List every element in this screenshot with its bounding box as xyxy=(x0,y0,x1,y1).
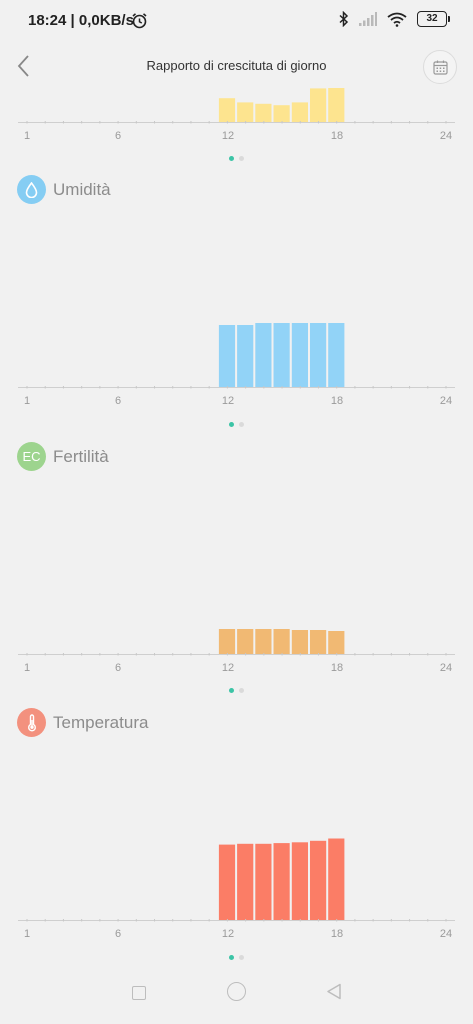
chart-bar xyxy=(255,629,272,654)
chart-bar xyxy=(291,630,308,654)
chart-bar xyxy=(237,629,254,654)
status-time: 18:24 | 0,0KB/s xyxy=(28,12,134,29)
chart-bar xyxy=(328,838,345,920)
fertility-pager[interactable] xyxy=(229,688,244,693)
light-pager[interactable] xyxy=(229,156,244,161)
chart-bar xyxy=(255,843,272,920)
chart-bar xyxy=(273,323,290,387)
calendar-button[interactable] xyxy=(423,50,457,84)
wifi-icon xyxy=(387,12,407,27)
battery-level: 32 xyxy=(426,13,438,24)
x-tick-label: 24 xyxy=(440,130,452,142)
chart-bar xyxy=(291,102,308,122)
chart-bar xyxy=(310,88,327,122)
chart-bar xyxy=(273,105,290,122)
pager-dot xyxy=(239,422,244,427)
chart-bar xyxy=(218,629,236,654)
x-tick-label: 18 xyxy=(331,928,343,940)
home-button[interactable] xyxy=(227,982,246,1001)
x-tick-label: 12 xyxy=(222,928,234,940)
pager-dot-active xyxy=(229,688,234,693)
chart-bar xyxy=(310,630,327,654)
chart-bar xyxy=(273,629,290,654)
fertility-chart: 1 6 12 18 24 xyxy=(18,629,455,674)
network-speed: | 0,0KB/s xyxy=(70,12,134,29)
bluetooth-icon xyxy=(339,11,349,27)
x-tick-label: 12 xyxy=(222,395,234,407)
x-tick-label: 24 xyxy=(440,395,452,407)
chart-bar xyxy=(237,843,254,920)
chart-bar xyxy=(310,840,327,920)
chart-bar xyxy=(218,844,236,920)
x-tick-label: 24 xyxy=(440,662,452,674)
battery-indicator: 32 xyxy=(417,11,450,27)
navigation-bar xyxy=(0,968,473,1024)
chart-bar xyxy=(237,102,254,122)
status-bar: 18:24 | 0,0KB/s 32 xyxy=(0,0,473,42)
calendar-icon xyxy=(432,60,448,75)
x-tick-label: 6 xyxy=(115,928,121,940)
x-tick-label: 1 xyxy=(24,130,30,142)
pager-dot xyxy=(239,688,244,693)
chart-bar xyxy=(237,325,254,387)
pager-dot-active xyxy=(229,156,234,161)
chart-bar xyxy=(291,323,308,387)
x-tick-label: 1 xyxy=(24,395,30,407)
humidity-pager[interactable] xyxy=(229,422,244,427)
recent-apps-button[interactable] xyxy=(132,986,146,1000)
light-chart: 1 6 12 18 24 xyxy=(18,88,455,142)
chart-bar xyxy=(310,323,327,387)
x-tick-label: 18 xyxy=(331,662,343,674)
x-tick-label: 1 xyxy=(24,662,30,674)
humidity-section: Umidità 1 6 12 18 24 xyxy=(0,174,473,434)
nav-back-button[interactable] xyxy=(326,983,342,1000)
status-icons: 32 xyxy=(339,11,450,27)
x-tick-label: 6 xyxy=(115,130,121,142)
pager-dot xyxy=(239,955,244,960)
header: Rapporto di crescituta di giorno xyxy=(0,44,473,88)
chart-bar xyxy=(255,103,272,122)
chart-bar xyxy=(218,325,236,387)
chart-bar xyxy=(328,323,345,387)
pager-dot-active xyxy=(229,955,234,960)
temperature-pager[interactable] xyxy=(229,955,244,960)
temperature-section: Temperatura 1 6 12 18 24 xyxy=(0,707,473,967)
fertility-section: EC Fertilità 1 6 12 18 24 xyxy=(0,441,473,701)
pager-dot-active xyxy=(229,422,234,427)
chart-bar xyxy=(328,631,345,654)
light-section: 1 6 12 18 24 xyxy=(0,88,473,168)
x-tick-label: 6 xyxy=(115,395,121,407)
chart-bar xyxy=(273,843,290,920)
x-tick-label: 24 xyxy=(440,928,452,940)
clock-text: 18:24 xyxy=(28,12,67,29)
x-tick-label: 18 xyxy=(331,395,343,407)
chart-bar xyxy=(218,98,236,122)
pager-dot xyxy=(239,156,244,161)
x-tick-label: 18 xyxy=(331,130,343,142)
temperature-chart: 1 6 12 18 24 xyxy=(18,838,455,940)
x-tick-label: 6 xyxy=(115,662,121,674)
signal-icon xyxy=(359,12,377,26)
humidity-chart: 1 6 12 18 24 xyxy=(18,323,455,407)
x-tick-label: 12 xyxy=(222,130,234,142)
chart-bar xyxy=(255,323,272,387)
alarm-clock-icon xyxy=(132,13,147,29)
x-tick-label: 1 xyxy=(24,928,30,940)
chart-bar xyxy=(291,842,308,920)
page-title: Rapporto di crescituta di giorno xyxy=(146,58,327,73)
chart-bar xyxy=(328,88,345,122)
x-tick-label: 12 xyxy=(222,662,234,674)
